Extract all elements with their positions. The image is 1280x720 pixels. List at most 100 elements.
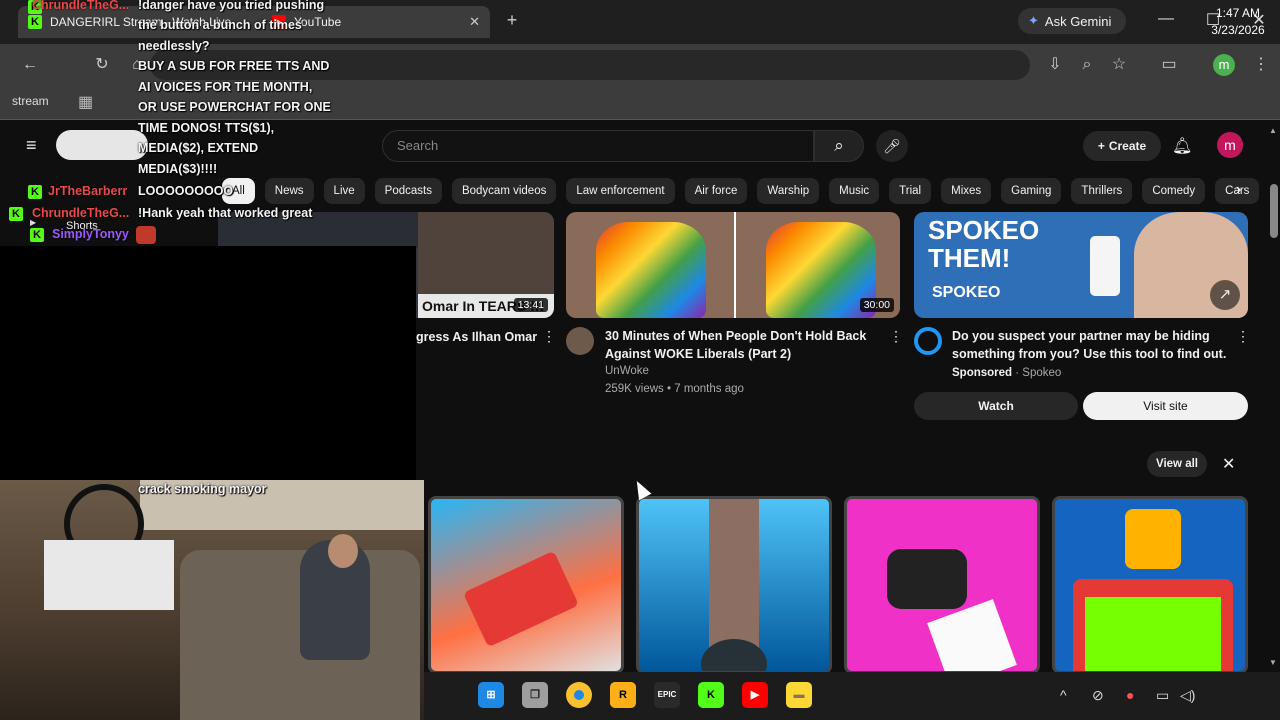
white-cabinet — [44, 540, 174, 610]
video-thumbnail[interactable]: 30:00 — [566, 212, 900, 318]
chip-comedy[interactable]: Comedy — [1142, 178, 1206, 204]
ad-title-line1[interactable]: Do you suspect your partner may be hidin… — [952, 327, 1210, 345]
video-duration: 13:41 — [513, 298, 548, 312]
tab-search-icon[interactable]: ▭ — [1158, 54, 1180, 76]
chat-username: ChrundleTheG... — [32, 0, 130, 12]
video-menu-icon[interactable]: ⋮ — [889, 328, 903, 345]
search-icon[interactable]: ⌕ — [814, 130, 864, 162]
scroll-up-arrow-icon[interactable]: ▲ — [1269, 126, 1277, 135]
ad-title-line2[interactable]: something from you? Use this tool to fin… — [952, 345, 1226, 363]
open-external-arrow-icon[interactable]: ↗ — [1210, 280, 1240, 310]
channel-name[interactable]: UnWoke — [605, 365, 649, 377]
windows-start-icon[interactable]: ⊞ — [478, 682, 504, 708]
youtube-logo[interactable] — [56, 130, 148, 160]
close-tab-icon[interactable]: ✕ — [469, 14, 480, 30]
chip-mixes[interactable]: Mixes — [941, 178, 992, 204]
view-all-button[interactable]: View all — [1147, 451, 1207, 477]
minimize-button[interactable]: — — [1154, 10, 1178, 28]
chip-trial[interactable]: Trial — [889, 178, 932, 204]
youtube-app-icon[interactable]: ▶ — [742, 682, 768, 708]
microphone-icon[interactable]: ● — [1126, 687, 1134, 703]
playable-game-card[interactable] — [844, 496, 1040, 674]
microphone-icon[interactable]: 🎤︎ — [876, 130, 908, 162]
thumbnail-figure-left — [596, 222, 706, 318]
ad-menu-icon[interactable]: ⋮ — [1236, 328, 1250, 345]
browser-profile-avatar[interactable]: m — [1213, 54, 1235, 76]
rockstar-games-icon[interactable]: R — [610, 682, 636, 708]
clock-date: 3/23/2026 — [1211, 23, 1265, 37]
chip-warship[interactable]: Warship — [757, 178, 820, 204]
ask-gemini-button[interactable]: ✦ Ask Gemini — [1018, 8, 1126, 34]
scanner-graphic — [887, 549, 967, 609]
ad-headline: SPOKEO THEM! — [928, 216, 1039, 272]
plus-icon: + — [1097, 139, 1105, 153]
chip-air-force[interactable]: Air force — [684, 178, 748, 204]
ad-thumbnail[interactable]: SPOKEO THEM! SPOKEO ↗ — [914, 212, 1248, 318]
account-avatar[interactable]: m — [1217, 132, 1243, 158]
chevron-up-icon[interactable]: ^ — [1060, 687, 1067, 703]
hamburger-menu-icon[interactable]: ≡ — [26, 136, 44, 154]
chip-podcasts[interactable]: Podcasts — [374, 178, 442, 204]
new-tab-button[interactable]: + — [502, 10, 522, 30]
chat-message-line: BUY A SUB FOR FREE TTS AND — [138, 59, 330, 73]
playable-game-card[interactable] — [1052, 496, 1248, 674]
video-views-age: 259K views • 7 months ago — [605, 383, 744, 395]
more-menu-icon[interactable]: ⋮ — [1250, 54, 1272, 76]
bookmark-star-icon[interactable]: ☆ — [1108, 54, 1130, 76]
gemini-sparkle-icon: ✦ — [1028, 13, 1039, 28]
kick-app-icon[interactable]: K — [698, 682, 724, 708]
chip-news[interactable]: News — [264, 178, 314, 204]
streamer-webcam — [0, 480, 424, 720]
chat-message-line: AI VOICES FOR THE MONTH, — [138, 80, 313, 94]
notifications-bell-icon[interactable]: 🔔︎ — [1172, 136, 1192, 156]
gemini-label: Ask Gemini — [1044, 13, 1112, 29]
task-view-icon[interactable]: ❐ — [522, 682, 548, 708]
video-menu-icon[interactable]: ⋮ — [542, 328, 556, 345]
video-title-line1[interactable]: 30 Minutes of When People Don't Hold Bac… — [605, 327, 866, 345]
page-scrollbar-thumb[interactable] — [1270, 184, 1278, 238]
epic-games-icon[interactable]: EPIC — [654, 682, 680, 708]
chip-bodycam-videos[interactable]: Bodycam videos — [451, 178, 557, 204]
bookmark-stream[interactable]: stream — [12, 94, 49, 108]
file-explorer-icon[interactable]: ▬ — [786, 682, 812, 708]
apps-grid-icon[interactable]: ▦ — [78, 92, 93, 112]
scroll-down-arrow-icon[interactable]: ▼ — [1269, 658, 1277, 667]
kick-badge-icon: K — [30, 228, 44, 242]
chip-thrillers[interactable]: Thrillers — [1071, 178, 1133, 204]
chat-message: crack smoking mayor — [138, 482, 267, 496]
video-title[interactable]: gress As Ilhan Omar — [416, 328, 537, 346]
chip-law-enforcement[interactable]: Law enforcement — [566, 178, 675, 204]
zoom-icon[interactable]: ⌕ — [1076, 54, 1098, 76]
create-button[interactable]: + Create — [1083, 131, 1161, 161]
video-title-line2[interactable]: Against WOKE Liberals (Part 2) — [605, 345, 791, 363]
video-duration: 30:00 — [859, 298, 894, 312]
volume-icon[interactable]: ◁) — [1180, 687, 1195, 704]
close-shelf-icon[interactable]: ✕ — [1222, 454, 1235, 474]
chip-live[interactable]: Live — [323, 178, 365, 204]
streamer-head — [328, 534, 358, 568]
taskbar-clock[interactable]: 1:47 AM 3/23/2026 — [1206, 5, 1270, 39]
display-icon[interactable]: ▭ — [1156, 687, 1169, 704]
chat-message-line: OR USE POWERCHAT FOR ONE — [138, 100, 331, 114]
playable-game-card[interactable] — [636, 496, 832, 674]
receipt-graphic — [927, 599, 1017, 671]
back-arrow-icon[interactable]: ← — [19, 54, 41, 76]
playable-game-card[interactable] — [428, 496, 624, 674]
reload-icon[interactable]: ↻ — [91, 54, 113, 76]
ad-sponsor-line: Sponsored · Spokeo — [952, 367, 1061, 379]
channel-avatar[interactable] — [566, 327, 594, 355]
chip-gaming[interactable]: Gaming — [1001, 178, 1062, 204]
chat-message: LOOOOOOOOO — [138, 184, 234, 198]
advertiser-logo[interactable] — [914, 327, 942, 355]
chat-emote — [136, 226, 156, 244]
network-off-icon[interactable]: ⊘ — [1092, 687, 1104, 704]
chip-music[interactable]: Music — [829, 178, 880, 204]
ad-visit-site-button[interactable]: Visit site — [1083, 392, 1248, 420]
install-app-icon[interactable]: ⇩ — [1044, 54, 1066, 76]
face-screen-graphic — [1085, 597, 1221, 671]
ad-watch-button[interactable]: Watch — [914, 392, 1078, 420]
search-input[interactable]: Search — [382, 130, 814, 162]
chrome-icon[interactable] — [566, 682, 592, 708]
chat-message-line: needlessly? — [138, 39, 210, 53]
chevron-right-icon[interactable]: › — [1236, 181, 1241, 199]
